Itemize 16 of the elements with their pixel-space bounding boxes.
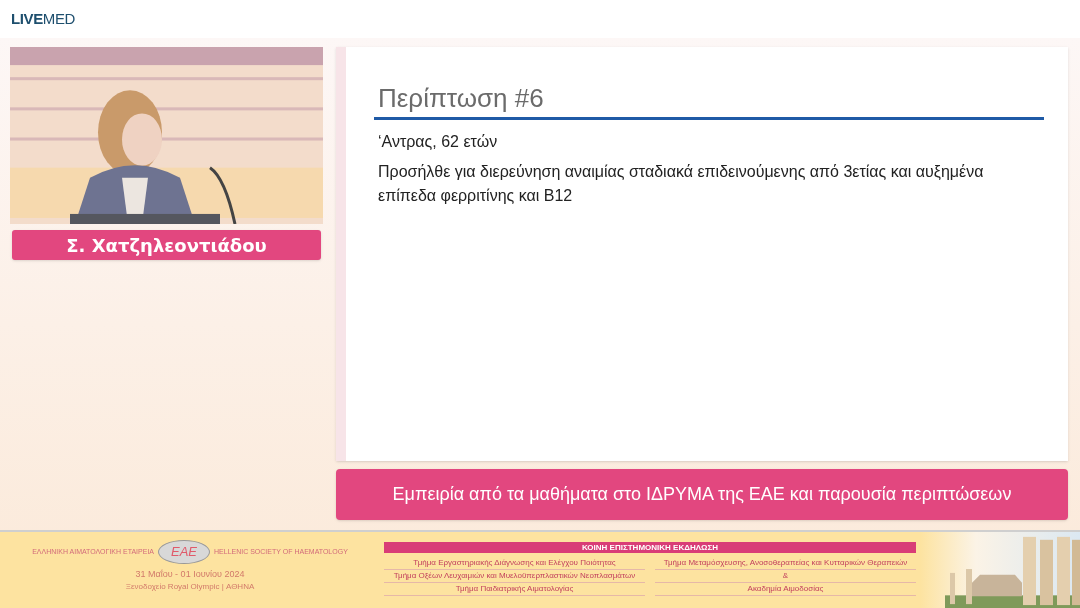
slide-text: ‘Αντρας, 62 ετών [378,132,499,152]
department-name: Τμήμα Εργαστηριακής Διάγνωσης και Ελέγχου Ποιότητας [384,557,645,570]
department-name: Τμήμα Μεταμόσχευσης, Ανοσοθεραπείας και Κυτταρικών Θεραπειών [655,557,916,570]
brand-logo: LIVEMED [11,8,76,29]
society-logo: ΕΑΕ [158,540,210,564]
slide-title: Περίπτωση #6 [374,85,1044,120]
speaker-name: Σ. Χατζηλεοντιάδου [12,230,321,260]
event-dates: 31 Μαΐου - 01 Ιουνίου 2024 [135,568,245,581]
event-banner: ΚΟΙΝΗ ΕΠΙΣΤΗΜΟΝΙΚΗ ΕΚΔΗΛΩΣΗ [384,542,916,553]
session-title: Εμπειρία από τα μαθήματα στο ΙΔΡΥΜΑ της ΕΑΕ και παρουσία περιπτώσεων [336,469,1068,520]
event-venue: Ξενοδοχείο Royal Olympic | ΑΘΗΝΑ [125,581,255,592]
department-name: Τμήμα Παιδιατρικής Αιματολογίας [384,583,645,596]
slide-text: Προσήλθε για διερεύνηση αναιμίας σταδιακά επιδεινούμενης από 3ετίας και αυξημένα επίπεδα φερριτίνης και Β12 [378,162,985,206]
department-name: Τμήμα Οξέων Λευχαιμιών και Μυελοϋπερπλαστικών Νεοπλασμάτων [384,570,645,583]
department-name: & [655,570,916,583]
department-name: Ακαδημία Αιμοδοσίας [655,583,916,596]
